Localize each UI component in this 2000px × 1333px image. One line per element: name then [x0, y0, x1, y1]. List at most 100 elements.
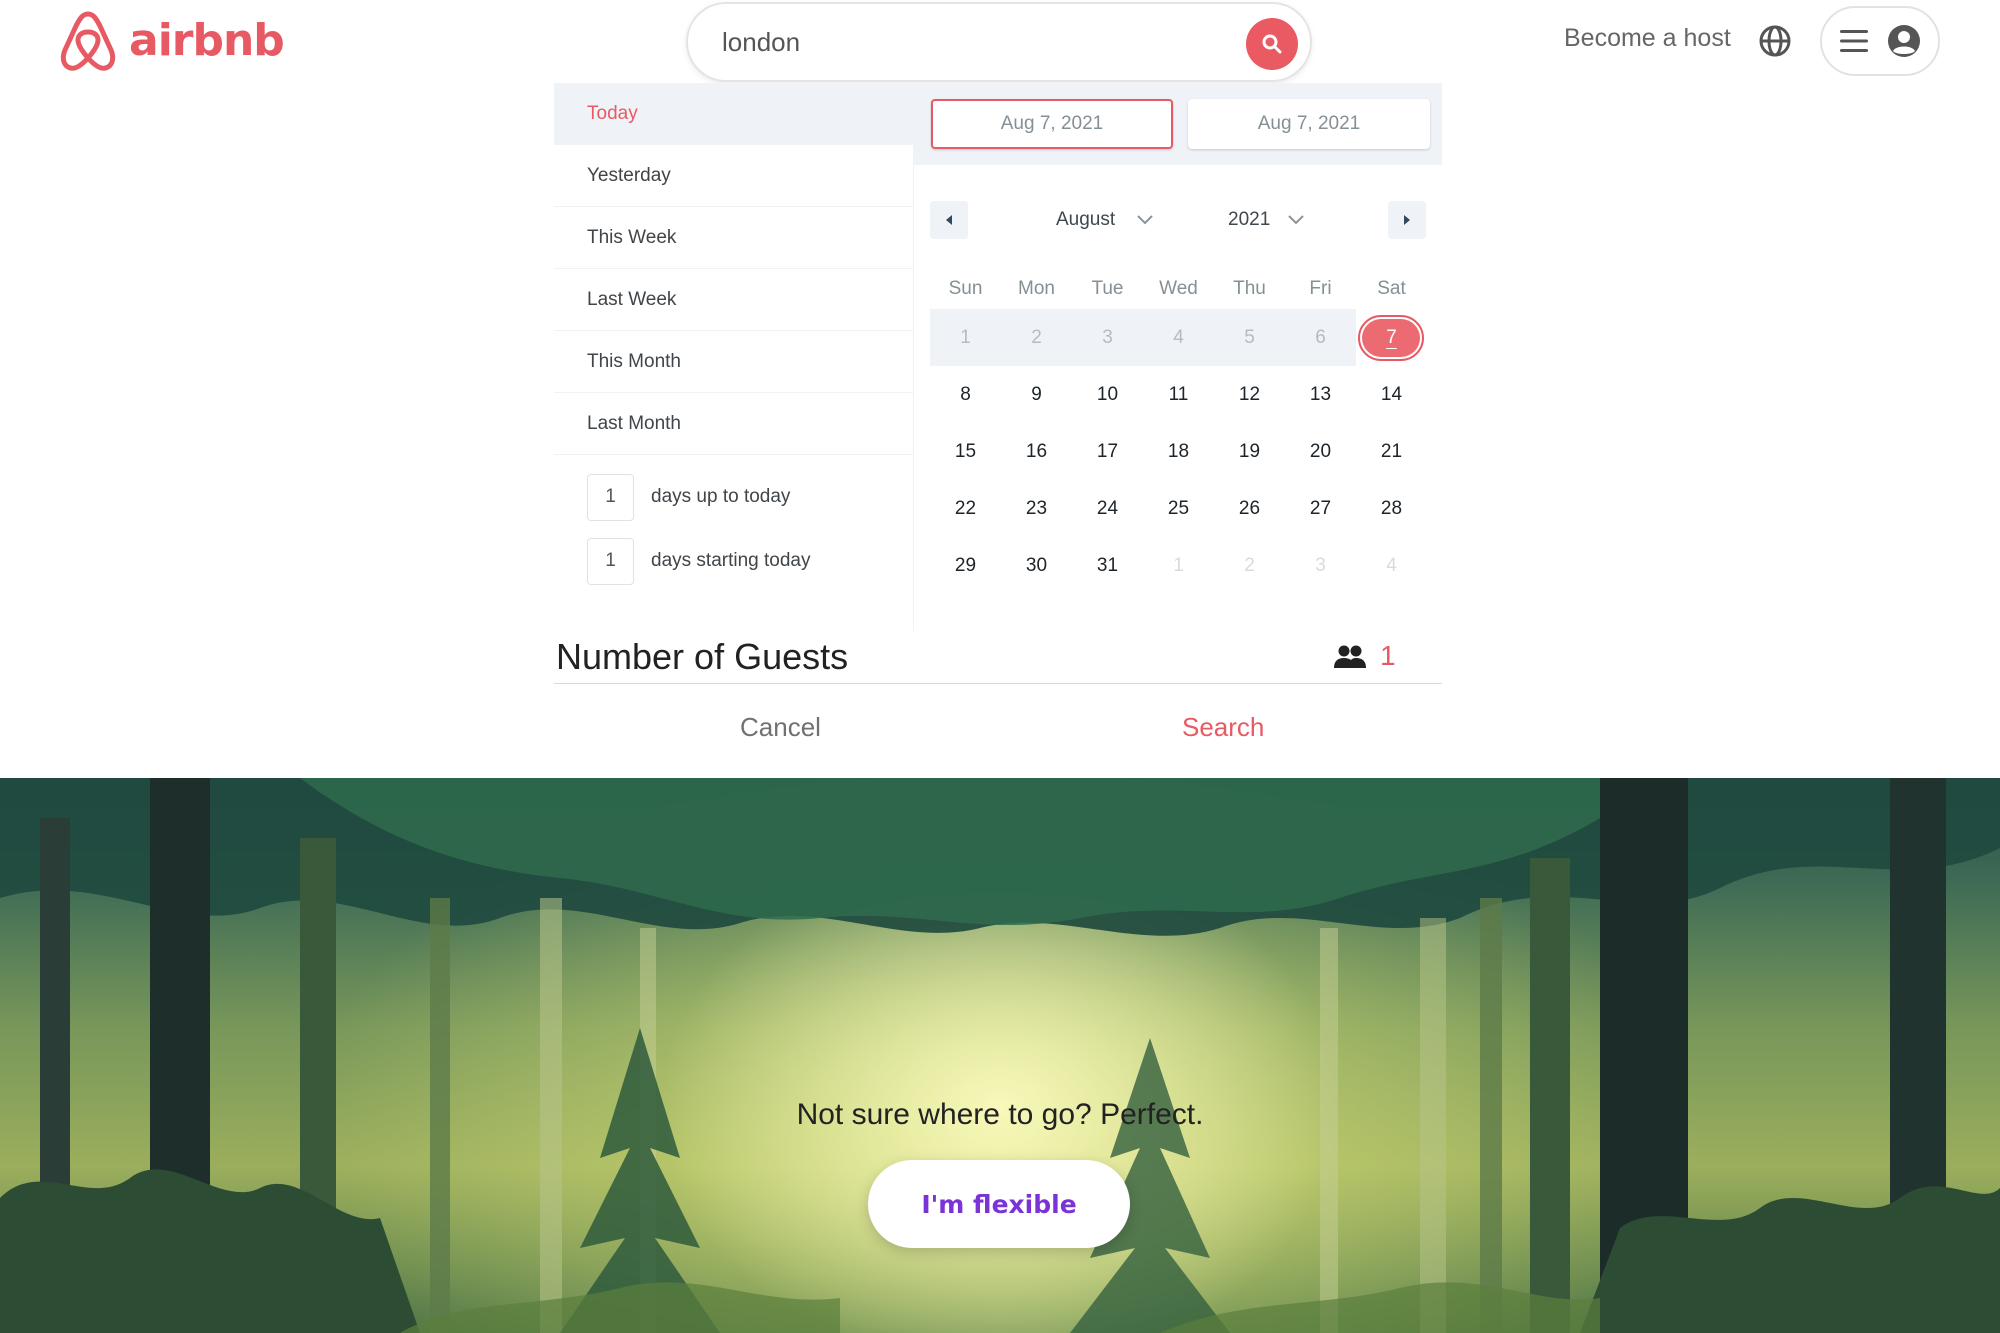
calendar-day[interactable]: 6	[1285, 309, 1356, 366]
input-range-days-up-to-today: 1 days up to today	[554, 465, 913, 529]
calendar-day[interactable]: 5	[1214, 309, 1285, 366]
calendar-day[interactable]: 9	[1001, 366, 1072, 423]
calendar-day[interactable]: 20	[1285, 423, 1356, 480]
calendar-day[interactable]: 10	[1072, 366, 1143, 423]
calendar-day[interactable]: 11	[1143, 366, 1214, 423]
calendar-day[interactable]: 4	[1143, 309, 1214, 366]
calendar-day[interactable]: 27	[1285, 480, 1356, 537]
weekday-label: Wed	[1159, 278, 1198, 299]
calendar-day[interactable]: 17	[1072, 423, 1143, 480]
caret-left-icon	[946, 215, 952, 225]
day-number: 11	[1168, 383, 1189, 405]
day-number: 19	[1238, 440, 1261, 462]
search-input[interactable]	[722, 22, 1202, 62]
day-number: 3	[1315, 554, 1326, 576]
calendar-day[interactable]: 24	[1072, 480, 1143, 537]
day-number: 21	[1380, 440, 1403, 462]
calendar-day-passive: 1	[1143, 537, 1214, 594]
airbnb-logo[interactable]: airbnb	[57, 8, 285, 74]
search-icon	[1262, 34, 1282, 54]
calendar-day[interactable]: 28	[1356, 480, 1427, 537]
calendar-day[interactable]: 29	[930, 537, 1001, 594]
search-button[interactable]: Search	[1182, 712, 1264, 743]
user-circle-icon	[1887, 25, 1920, 57]
calendar-day[interactable]: 22	[930, 480, 1001, 537]
calendar-day[interactable]: 30	[1001, 537, 1072, 594]
calendar-day[interactable]: 1	[930, 309, 1001, 366]
guest-count[interactable]: 1	[1380, 640, 1396, 672]
hero-tagline: Not sure where to go? Perfect.	[796, 1098, 1204, 1131]
static-range-yesterday[interactable]: Yesterday	[554, 145, 913, 207]
day-number: 29	[954, 554, 977, 576]
calendar-day[interactable]: 16	[1001, 423, 1072, 480]
day-number: 8	[960, 383, 971, 405]
guests-row: Number of Guests 1	[554, 632, 1442, 684]
calendar-day-selected[interactable]: 7	[1356, 309, 1427, 366]
calendar-day[interactable]: 26	[1214, 480, 1285, 537]
day-number: 27	[1309, 497, 1332, 519]
start-date-field[interactable]: Aug 7, 2021	[931, 99, 1173, 149]
day-number: 10	[1096, 383, 1119, 405]
calendar-day[interactable]: 13	[1285, 366, 1356, 423]
calendar-day[interactable]: 12	[1214, 366, 1285, 423]
user-menu-button[interactable]	[1820, 6, 1940, 76]
weekday-header: Sun Mon Tue Wed Thu Fri Sat	[930, 269, 1426, 309]
calendar-day[interactable]: 19	[1214, 423, 1285, 480]
static-range-this-week[interactable]: This Week	[554, 207, 913, 269]
static-range-last-month[interactable]: Last Month	[554, 393, 913, 455]
weekday-label: Sun	[948, 278, 983, 299]
day-number: 26	[1238, 497, 1261, 519]
become-host-link[interactable]: Become a host	[1564, 24, 1731, 53]
year-select[interactable]: 2021	[1228, 201, 1304, 239]
static-range-today[interactable]: Today	[554, 83, 913, 145]
date-display: Aug 7, 2021 Aug 7, 2021	[914, 83, 1442, 165]
day-number: 17	[1096, 440, 1119, 462]
static-range-this-month[interactable]: This Month	[554, 331, 913, 393]
end-date-field[interactable]: Aug 7, 2021	[1188, 99, 1430, 149]
input-range-days-starting-today: 1 days starting today	[554, 529, 913, 593]
static-range-last-week[interactable]: Last Week	[554, 269, 913, 331]
chevron-down-icon	[1137, 215, 1153, 225]
language-button[interactable]	[1758, 24, 1792, 63]
brand-name: airbnb	[129, 15, 285, 66]
day-number: 9	[1031, 383, 1042, 405]
month-select[interactable]: August	[1056, 201, 1153, 239]
day-number: 18	[1167, 440, 1190, 462]
weekday-label: Tue	[1091, 278, 1124, 299]
im-flexible-button[interactable]: I'm flexible	[868, 1160, 1130, 1248]
calendar-day[interactable]: 25	[1143, 480, 1214, 537]
weekday-label: Mon	[1018, 278, 1055, 299]
prev-month-button[interactable]	[930, 201, 968, 239]
forest-illustration	[0, 778, 2000, 1333]
calendar-day[interactable]: 15	[930, 423, 1001, 480]
days-up-to-today-input[interactable]: 1	[587, 473, 634, 521]
calendar-day[interactable]: 23	[1001, 480, 1072, 537]
day-number: 31	[1096, 554, 1119, 576]
calendar-day[interactable]: 3	[1072, 309, 1143, 366]
date-range-picker: Today Yesterday This Week Last Week This Mon…	[554, 83, 1442, 633]
day-number: 28	[1380, 497, 1403, 519]
calendar-day[interactable]: 31	[1072, 537, 1143, 594]
search-submit-button[interactable]	[1246, 18, 1298, 70]
calendar-day[interactable]: 8	[930, 366, 1001, 423]
calendar-day-passive: 4	[1356, 537, 1427, 594]
day-number: 25	[1167, 497, 1190, 519]
next-month-button[interactable]	[1388, 201, 1426, 239]
calendar-day[interactable]: 14	[1356, 366, 1427, 423]
days-starting-today-input[interactable]: 1	[587, 537, 634, 585]
day-number: 5	[1244, 326, 1255, 348]
day-number: 4	[1173, 326, 1184, 348]
day-number: 12	[1238, 383, 1261, 405]
calendar-day[interactable]: 2	[1001, 309, 1072, 366]
hamburger-icon	[1840, 30, 1869, 52]
calendar-day[interactable]: 21	[1356, 423, 1427, 480]
location-search-bar[interactable]	[686, 2, 1312, 82]
cancel-button[interactable]: Cancel	[740, 712, 821, 743]
day-number: 2	[1244, 554, 1255, 576]
day-number: 3	[1102, 326, 1113, 348]
day-number: 4	[1386, 554, 1397, 576]
calendar-day[interactable]: 18	[1143, 423, 1214, 480]
input-range-label: days up to today	[651, 486, 791, 507]
day-number: 24	[1096, 497, 1119, 519]
day-number: 1	[960, 326, 971, 348]
